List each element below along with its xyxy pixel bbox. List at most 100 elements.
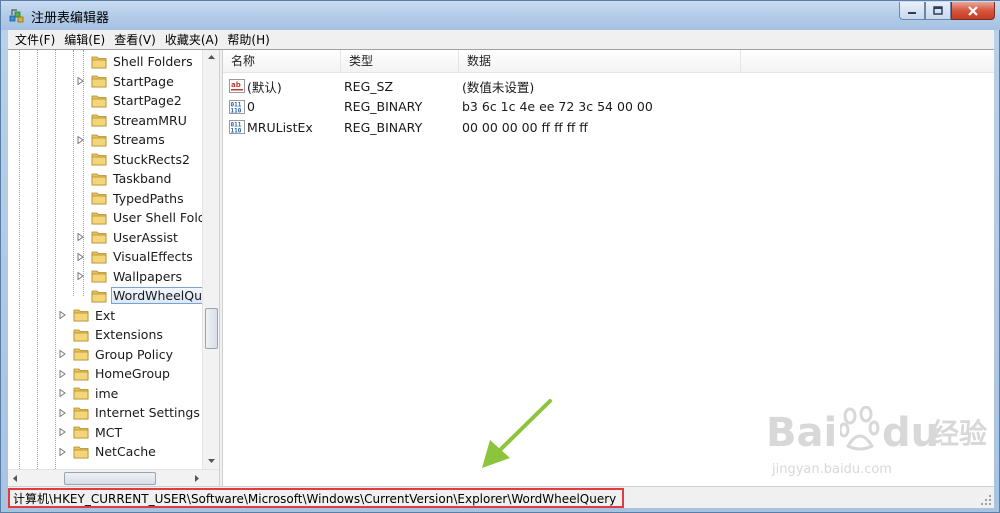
- close-button[interactable]: [951, 2, 995, 20]
- expand-arrow-icon[interactable]: [76, 247, 85, 266]
- status-bar: 计算机\HKEY_CURRENT_USER\Software\Microsoft…: [8, 486, 994, 508]
- menu-favorites[interactable]: 收藏夹(A): [162, 31, 225, 48]
- tree-horizontal-scrollbar[interactable]: [8, 469, 219, 486]
- tree-item[interactable]: Group Policy: [58, 345, 175, 364]
- watermark-brand: Bai: [766, 410, 838, 456]
- close-icon: [968, 5, 978, 16]
- tree-item[interactable]: User Shell Folde: [76, 208, 215, 227]
- scroll-left-arrow-icon[interactable]: [11, 474, 20, 483]
- tree-item[interactable]: StreamMRU: [76, 111, 189, 130]
- expand-arrow-icon[interactable]: [58, 306, 67, 325]
- tree-item[interactable]: HomeGroup: [58, 364, 172, 383]
- tree-item-label: Streams: [113, 132, 165, 147]
- maximize-button[interactable]: [925, 2, 951, 20]
- title-bar[interactable]: 注册表编辑器: [1, 1, 1000, 30]
- tree-item-label: Taskband: [113, 171, 172, 186]
- tree-item-label: StuckRects2: [113, 151, 190, 167]
- maximize-icon: [933, 6, 943, 15]
- value-type-cell: REG_SZ: [344, 78, 394, 94]
- tree-connector: [76, 150, 85, 169]
- expand-arrow-icon[interactable]: [58, 423, 67, 442]
- tree-item-label: Internet Settings: [95, 405, 200, 420]
- tree-connector: [76, 189, 85, 208]
- menu-view[interactable]: 查看(V): [111, 31, 162, 48]
- value-type-cell: REG_BINARY: [344, 99, 423, 114]
- tree-item[interactable]: MCT: [58, 423, 124, 442]
- binary-value-icon: 011110: [229, 99, 245, 114]
- binary-value-icon: 011110: [229, 120, 245, 135]
- tree-item[interactable]: WordWheelQue: [76, 286, 212, 305]
- tree-vertical-scrollbar[interactable]: [202, 50, 219, 469]
- expand-arrow-icon[interactable]: [76, 72, 85, 91]
- value-row[interactable]: 011 110 0 REG_BINARY b3 6c 1c 4e ee 72 3c 54…: [223, 97, 739, 117]
- value-type-cell: REG_BINARY: [344, 119, 423, 135]
- tree-item[interactable]: StuckRects2: [76, 150, 192, 169]
- expand-arrow-icon[interactable]: [58, 364, 67, 383]
- expand-arrow-icon[interactable]: [58, 442, 67, 461]
- tree-hscroll-thumb[interactable]: [64, 472, 156, 485]
- expand-arrow-icon[interactable]: [58, 384, 67, 403]
- tree-item-label: Ext: [95, 307, 116, 323]
- baidu-watermark: Bai du 经验 jingyan.baidu.com: [766, 404, 991, 484]
- scroll-right-arrow-icon[interactable]: [192, 474, 201, 483]
- status-key-path: 计算机\HKEY_CURRENT_USER\Software\Microsoft…: [8, 488, 625, 508]
- value-data-cell: 00 00 00 00 ff ff ff ff: [462, 119, 588, 135]
- resize-grip-icon[interactable]: [980, 494, 992, 506]
- scroll-down-arrow-icon[interactable]: [207, 456, 216, 465]
- tree-item[interactable]: ime: [58, 384, 120, 403]
- menu-bar: 文件(F) 编辑(E) 查看(V) 收藏夹(A) 帮助(H): [8, 30, 994, 49]
- tree-item[interactable]: Taskband: [76, 169, 173, 188]
- tree-item[interactable]: StartPage2: [76, 91, 184, 110]
- expand-arrow-icon[interactable]: [76, 228, 85, 247]
- tree-guide-line: [55, 50, 56, 469]
- tree-item[interactable]: UserAssist: [76, 228, 180, 247]
- tree-item[interactable]: TypedPaths: [76, 189, 186, 208]
- tree-item[interactable]: Streams: [76, 130, 167, 149]
- tree-item[interactable]: VisualEffects: [76, 247, 195, 266]
- tree-item[interactable]: Extensions: [58, 325, 165, 344]
- tree-vscroll-thumb[interactable]: [205, 308, 218, 349]
- value-data-cell: (数值未设置): [462, 79, 535, 95]
- key-tree: Shell Folders StartPage StartPage2 StreamMR…: [8, 50, 222, 486]
- menu-file[interactable]: 文件(F): [12, 31, 61, 48]
- minimize-button[interactable]: [899, 2, 925, 20]
- list-header: 名称 类型 数据: [223, 50, 994, 73]
- baidu-paw-icon: [840, 406, 880, 451]
- value-name-cell: ab (默认): [223, 77, 341, 96]
- value-row[interactable]: 011 110 MRUListEx REG_BINARY 00 00 00 00 ff …: [223, 117, 739, 137]
- tree-item[interactable]: NetCache: [58, 442, 158, 461]
- tree-connector: [76, 111, 85, 130]
- tree-item-label: Wallpapers: [113, 268, 183, 284]
- expand-arrow-icon[interactable]: [76, 267, 85, 286]
- window-title: 注册表编辑器: [31, 11, 110, 26]
- menu-help[interactable]: 帮助(H): [224, 31, 275, 48]
- column-header-type[interactable]: 类型: [341, 50, 459, 73]
- tree-item-label: StartPage2: [113, 93, 182, 108]
- tree-connector: [76, 52, 85, 71]
- folder-icon: [73, 426, 89, 439]
- column-header-name[interactable]: 名称: [223, 50, 341, 73]
- tree-connector: [76, 91, 85, 110]
- column-header-data[interactable]: 数据: [459, 50, 741, 73]
- folder-icon: [91, 231, 107, 244]
- tree-connector: [58, 325, 67, 344]
- svg-text:110: 110: [231, 107, 242, 114]
- expand-arrow-icon[interactable]: [58, 403, 67, 422]
- folder-icon: [91, 153, 107, 166]
- expand-arrow-icon[interactable]: [58, 345, 67, 364]
- tree-guide-line: [73, 50, 74, 296]
- folder-icon: [91, 270, 107, 283]
- expand-arrow-icon[interactable]: [76, 130, 85, 149]
- tree-item-label: User Shell Folde: [113, 210, 214, 225]
- menu-edit[interactable]: 编辑(E): [61, 31, 111, 48]
- tree-item[interactable]: Internet Settings: [58, 403, 202, 422]
- tree-item[interactable]: Wallpapers: [76, 267, 184, 286]
- tree-item[interactable]: Shell Folders: [76, 52, 195, 71]
- folder-icon: [91, 290, 107, 302]
- scroll-up-arrow-icon[interactable]: [207, 53, 216, 62]
- tree-item[interactable]: StartPage: [76, 72, 176, 91]
- value-name-cell: 011 110 0: [223, 99, 341, 115]
- value-row[interactable]: ab (默认) REG_SZ (数值未设置): [223, 76, 739, 96]
- tree-item[interactable]: Ext: [58, 306, 117, 325]
- tree-item-label: StreamMRU: [113, 112, 187, 128]
